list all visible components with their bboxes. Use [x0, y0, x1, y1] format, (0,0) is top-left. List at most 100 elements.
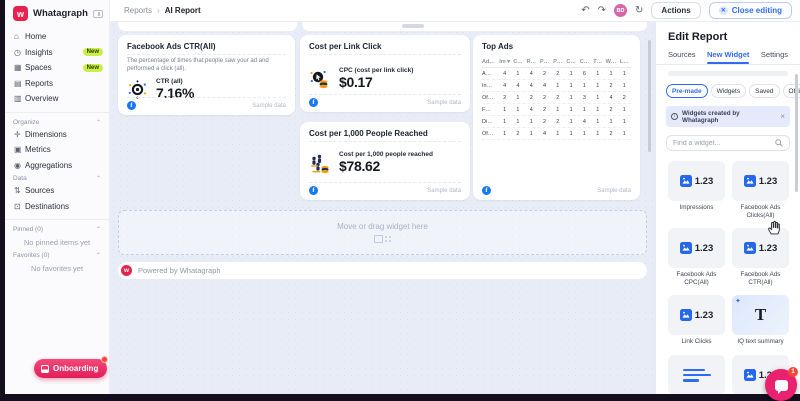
pinned-section-header[interactable]: Pinned (0) ⌃ [5, 224, 109, 234]
actions-button[interactable]: Actions [651, 2, 700, 19]
section-header-organize[interactable]: Organize⌃ [5, 117, 109, 127]
sidebar-item-dimensions[interactable]: ✛Dimensions [5, 127, 109, 143]
filter-pill-saved[interactable]: Saved [749, 84, 779, 98]
table-cell: 1 [551, 131, 564, 137]
dropzone-text: Move or drag widget here [337, 222, 428, 231]
table-cell: 1 [578, 131, 591, 137]
widget-card-facebook-ads-clicks-all-[interactable]: 1.23Facebook Ads Clicks(All) [732, 161, 789, 219]
widget-card-link-clicks[interactable]: Link Clicks [668, 355, 725, 394]
table-cell: 4 [525, 71, 538, 77]
sync-icon[interactable]: ↻ [635, 6, 643, 16]
favorites-label: Favorites (0) [13, 252, 96, 259]
widget-facebook-ads-ctr[interactable]: Facebook Ads CTR(All) The percentage of … [118, 35, 295, 115]
sidebar-item-metrics[interactable]: ▣Metrics [5, 142, 109, 158]
widget-card-impressions[interactable]: 1.23Impressions [668, 161, 725, 219]
sidebar-item-spaces[interactable]: ▦SpacesNew [5, 60, 109, 76]
table-row[interactable]: In…4444111121 [482, 80, 631, 92]
column-header[interactable]: C… [511, 59, 524, 65]
metric-label: CTR (all) [156, 78, 194, 85]
sidebar-item-label: Reports [25, 79, 103, 88]
table-row[interactable]: A…4142216111 [482, 68, 631, 80]
table-cell: 4 [498, 83, 511, 89]
notification-dot [101, 356, 108, 363]
sidebar-item-overview[interactable]: ▥Overview [5, 91, 109, 107]
sidebar-item-destinations[interactable]: ⊡Destinations [5, 199, 109, 215]
tab-settings[interactable]: Settings [761, 50, 788, 64]
widget-title: Top Ads [482, 42, 631, 52]
widget-preview: 1.23 [732, 161, 789, 201]
widget-preview: 1.23 [668, 295, 725, 335]
tab-new-widget[interactable]: New Widget [707, 50, 749, 64]
panel-scrollbar[interactable] [795, 74, 798, 192]
banner-close-icon[interactable]: × [780, 113, 785, 121]
chart-icon [680, 309, 692, 321]
text-widget-icon: T [755, 305, 766, 325]
table-row[interactable]: Di…1112214111 [482, 116, 631, 128]
filter-pill-pre-made[interactable]: Pre-made [666, 84, 708, 98]
widget-card-label: Facebook Ads CPC(All) [668, 271, 725, 286]
chat-button[interactable]: 1 [765, 369, 797, 401]
column-header[interactable]: P… [551, 59, 564, 65]
widget-card-label: Facebook Ads CTR(All) [732, 271, 789, 286]
column-header[interactable]: L… [618, 59, 631, 65]
avatar[interactable]: BD [614, 4, 627, 17]
favorites-section-header[interactable]: Favorites (0) ⌃ [5, 250, 109, 260]
tab-sources[interactable]: Sources [668, 50, 696, 64]
sidebar-item-label: Destinations [25, 202, 103, 211]
table-row[interactable]: Of…2122213142 [482, 92, 631, 104]
column-header[interactable]: P… [538, 59, 551, 65]
search-icon [775, 139, 783, 147]
table-row[interactable]: F…1142111121 [482, 104, 631, 116]
redo-icon[interactable]: ↷ [598, 6, 606, 16]
column-header[interactable]: Ad… [482, 59, 498, 65]
column-header[interactable]: Im ▾ [498, 59, 511, 65]
widget-cost-per-1000-reached[interactable]: Cost per 1,000 People Reached Cost per 1… [300, 122, 470, 200]
table-cell: 1 [591, 83, 604, 89]
table-row[interactable]: Of…1214111121 [482, 128, 631, 140]
widget-search-input[interactable] [673, 140, 775, 147]
widget-card-link-clicks[interactable]: 1.23Link Clicks [668, 295, 725, 346]
table-cell: 1 [618, 131, 631, 137]
widget-dropzone[interactable]: Move or drag widget here [118, 210, 647, 255]
preview-value: 1.23 [695, 176, 714, 187]
sidebar-item-home[interactable]: ⌂Home [5, 29, 109, 45]
insights-icon: ◷ [14, 48, 25, 57]
column-header[interactable]: R… [525, 59, 538, 65]
close-editing-button[interactable]: ✕ Close editing [709, 2, 792, 19]
sidebar-collapse-icon[interactable] [93, 10, 103, 18]
canvas-scrollbar[interactable] [648, 40, 651, 152]
undo-icon[interactable]: ↶ [581, 6, 589, 16]
sources-icon: ⇅ [14, 186, 25, 195]
column-header[interactable]: T… [591, 59, 604, 65]
widget-card-facebook-ads-cpc-all-[interactable]: 1.23Facebook Ads CPC(All) [668, 228, 725, 286]
table-cell: 2 [604, 131, 617, 137]
table-cell: 4 [604, 95, 617, 101]
sidebar-item-insights[interactable]: ◷InsightsNew [5, 45, 109, 61]
drag-handle[interactable] [402, 24, 424, 28]
table-cell: Of… [482, 131, 498, 137]
filter-pill-widgets[interactable]: Widgets [711, 84, 746, 98]
home-icon: ⌂ [14, 32, 25, 41]
facebook-icon: f [127, 101, 136, 110]
widget-card-iq-text-summary[interactable]: ✦T IQ text summary [732, 295, 789, 346]
sidebar-item-sources[interactable]: ⇅Sources [5, 183, 109, 199]
widget-card-label: IQ text summary [737, 338, 783, 346]
table-cell: 2 [604, 83, 617, 89]
onboarding-button[interactable]: Onboarding [34, 359, 107, 378]
table-cell: 1 [511, 71, 524, 77]
column-header[interactable]: W… [604, 59, 617, 65]
widget-card-facebook-ads-ctr-all-[interactable]: 1.23Facebook Ads CTR(All) [732, 228, 789, 286]
breadcrumb-reports-link[interactable]: Reports [124, 6, 152, 15]
table-cell: 1 [498, 107, 511, 113]
sidebar-item-reports[interactable]: ▤Reports [5, 76, 109, 92]
column-header[interactable]: C… [578, 59, 591, 65]
app-window: w Whatagraph ⌂Home◷InsightsNew▦SpacesNew… [5, 0, 800, 394]
widget-cost-per-link-click[interactable]: Cost per Link Click CPC (cost per link c… [300, 35, 470, 112]
column-header[interactable]: C… [564, 59, 577, 65]
widget-top-ads[interactable]: Top Ads Ad…Im ▾C…R…P…P…C…C…T…W…L…A…41422… [473, 35, 640, 200]
onboarding-label: Onboarding [53, 364, 98, 373]
sidebar-item-aggregations[interactable]: ◉Aggregations [5, 158, 109, 174]
sidebar-item-label: Spaces [25, 63, 83, 72]
section-header-data[interactable]: Data⌃ [5, 173, 109, 183]
widget-preview: ✦T [732, 295, 789, 335]
